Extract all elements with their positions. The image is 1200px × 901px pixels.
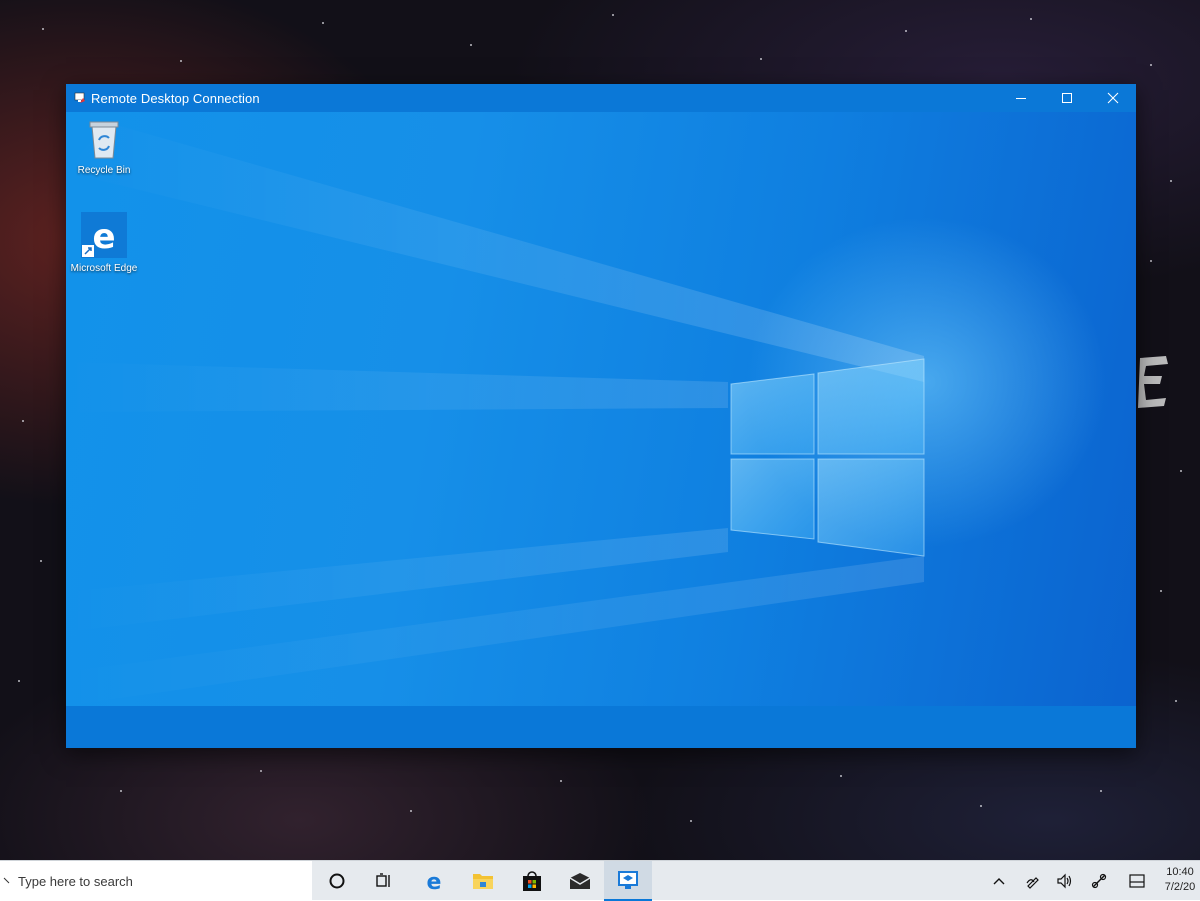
desktop-icon-label: Microsoft Edge [70, 263, 138, 274]
cortana-icon [329, 873, 345, 889]
tray-volume-button[interactable] [1048, 861, 1082, 901]
taskbar-remote-desktop-button[interactable] [604, 861, 652, 901]
file-explorer-icon [473, 874, 493, 889]
tray-show-hidden-icons-button[interactable] [982, 861, 1016, 901]
tray-network-button[interactable] [1082, 861, 1116, 901]
search-icon [3, 877, 10, 884]
svg-text:e: e [427, 870, 442, 892]
desktop-icon-microsoft-edge[interactable]: e Microsoft Edge [66, 212, 142, 275]
taskbar-store-button[interactable] [508, 861, 556, 901]
network-icon [1091, 873, 1107, 889]
close-icon [1107, 92, 1119, 104]
recycle-bin-icon [89, 121, 119, 159]
taskbar-mail-button[interactable] [556, 861, 604, 901]
search-placeholder: Type here to search [18, 873, 133, 889]
remote-desktop-window[interactable]: Remote Desktop Connection Recycle Bin e … [66, 84, 1136, 748]
mail-icon [569, 873, 591, 889]
desktop-icon-recycle-bin[interactable]: Recycle Bin [66, 116, 142, 177]
remote-desktop-icon [618, 871, 638, 889]
ghost-glyph-decoration [1138, 356, 1168, 408]
remote-desktop-app-icon [73, 91, 87, 105]
taskbar-edge-button[interactable]: e [410, 861, 458, 901]
svg-text:e: e [92, 217, 115, 257]
maximize-icon [1062, 93, 1072, 103]
store-icon [523, 871, 541, 891]
taskbar-clock[interactable]: 10:40 7/2/20 [1160, 865, 1200, 895]
clock-date: 7/2/20 [1164, 881, 1196, 893]
taskbar-file-explorer-button[interactable] [459, 861, 507, 901]
pen-icon [1026, 877, 1039, 889]
taskbar-cortana-button[interactable] [313, 861, 361, 901]
tray-windows-ink-button[interactable] [1016, 861, 1050, 901]
search-box[interactable]: Type here to search [0, 861, 312, 901]
desktop-icon-label: Recycle Bin [77, 165, 131, 176]
keyboard-icon [1129, 874, 1145, 888]
chevron-up-icon [993, 878, 1005, 885]
remote-taskbar[interactable] [66, 706, 1136, 748]
remote-desktop-screen[interactable]: Recycle Bin e Microsoft Edge [66, 112, 1136, 706]
minimize-icon [1016, 98, 1026, 99]
window-titlebar[interactable]: Remote Desktop Connection [66, 84, 1136, 112]
clock-time: 10:40 [1166, 866, 1194, 878]
edge-icon: e [81, 212, 127, 258]
edge-icon: e [427, 870, 442, 892]
volume-icon [1057, 873, 1072, 889]
task-view-icon [376, 873, 390, 887]
window-title: Remote Desktop Connection [91, 90, 260, 106]
taskbar-task-view-button[interactable] [360, 861, 408, 901]
tray-touch-keyboard-button[interactable] [1120, 861, 1154, 901]
minimize-button[interactable] [998, 84, 1044, 112]
close-button[interactable] [1090, 84, 1136, 112]
host-taskbar[interactable]: Type here to search e 10:40 7/2/20 [0, 860, 1200, 901]
windows-wallpaper-art [66, 122, 925, 706]
maximize-button[interactable] [1044, 84, 1090, 112]
